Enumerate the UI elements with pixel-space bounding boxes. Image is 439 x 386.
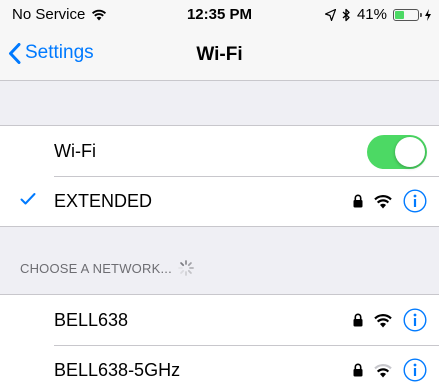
lock-icon: [353, 363, 363, 377]
status-right-group: 41%: [324, 6, 431, 23]
charging-bolt-icon: [425, 8, 431, 21]
page-title: Wi-Fi: [196, 44, 243, 65]
network-icons: [353, 308, 427, 332]
network-name: BELL638: [54, 309, 129, 330]
info-button[interactable]: [403, 189, 427, 213]
wifi-strength-icon: [374, 313, 392, 327]
network-name: BELL638-5GHz: [54, 359, 181, 380]
networks-group: BELL638 BELL638-5GHz: [0, 294, 439, 386]
location-arrow-icon: [324, 8, 336, 21]
checkmark-icon: [20, 193, 36, 205]
top-chrome: No Service 12:35 PM 41% Settings Wi-Fi: [0, 0, 439, 81]
wifi-toggle-label: Wi-Fi: [54, 140, 96, 161]
wifi-group: Wi-Fi EXTENDED: [0, 125, 439, 227]
network-icons: [353, 358, 427, 382]
wifi-settings-screen: No Service 12:35 PM 41% Settings Wi-Fi W…: [0, 0, 439, 386]
lock-icon: [353, 313, 363, 327]
wifi-strength-icon: [374, 363, 392, 377]
navigation-bar: Settings Wi-Fi: [0, 34, 439, 80]
battery-percent: 41%: [356, 6, 387, 23]
network-row[interactable]: BELL638-5GHz: [0, 345, 439, 386]
lock-icon: [353, 194, 363, 208]
toggle-knob: [395, 137, 425, 167]
battery-cap: [420, 12, 422, 17]
wifi-strength-icon: [374, 194, 392, 208]
section-header-label: CHOOSE A NETWORK...: [20, 260, 172, 276]
network-row[interactable]: BELL638: [0, 295, 439, 345]
loading-spinner-icon: [177, 260, 194, 276]
info-button[interactable]: [403, 308, 427, 332]
status-bar: No Service 12:35 PM 41%: [0, 0, 439, 30]
connected-network-name: EXTENDED: [54, 190, 153, 211]
bluetooth-icon: [342, 8, 350, 21]
connected-network-row[interactable]: EXTENDED: [0, 176, 439, 226]
info-button[interactable]: [403, 358, 427, 382]
wifi-toggle-switch[interactable]: [367, 135, 427, 169]
networks-section-header: CHOOSE A NETWORK...: [20, 260, 194, 276]
connected-network-icons: [353, 189, 427, 213]
battery-icon: [393, 8, 422, 21]
battery-level-fill: [395, 10, 405, 19]
wifi-toggle-row: Wi-Fi: [0, 126, 439, 176]
